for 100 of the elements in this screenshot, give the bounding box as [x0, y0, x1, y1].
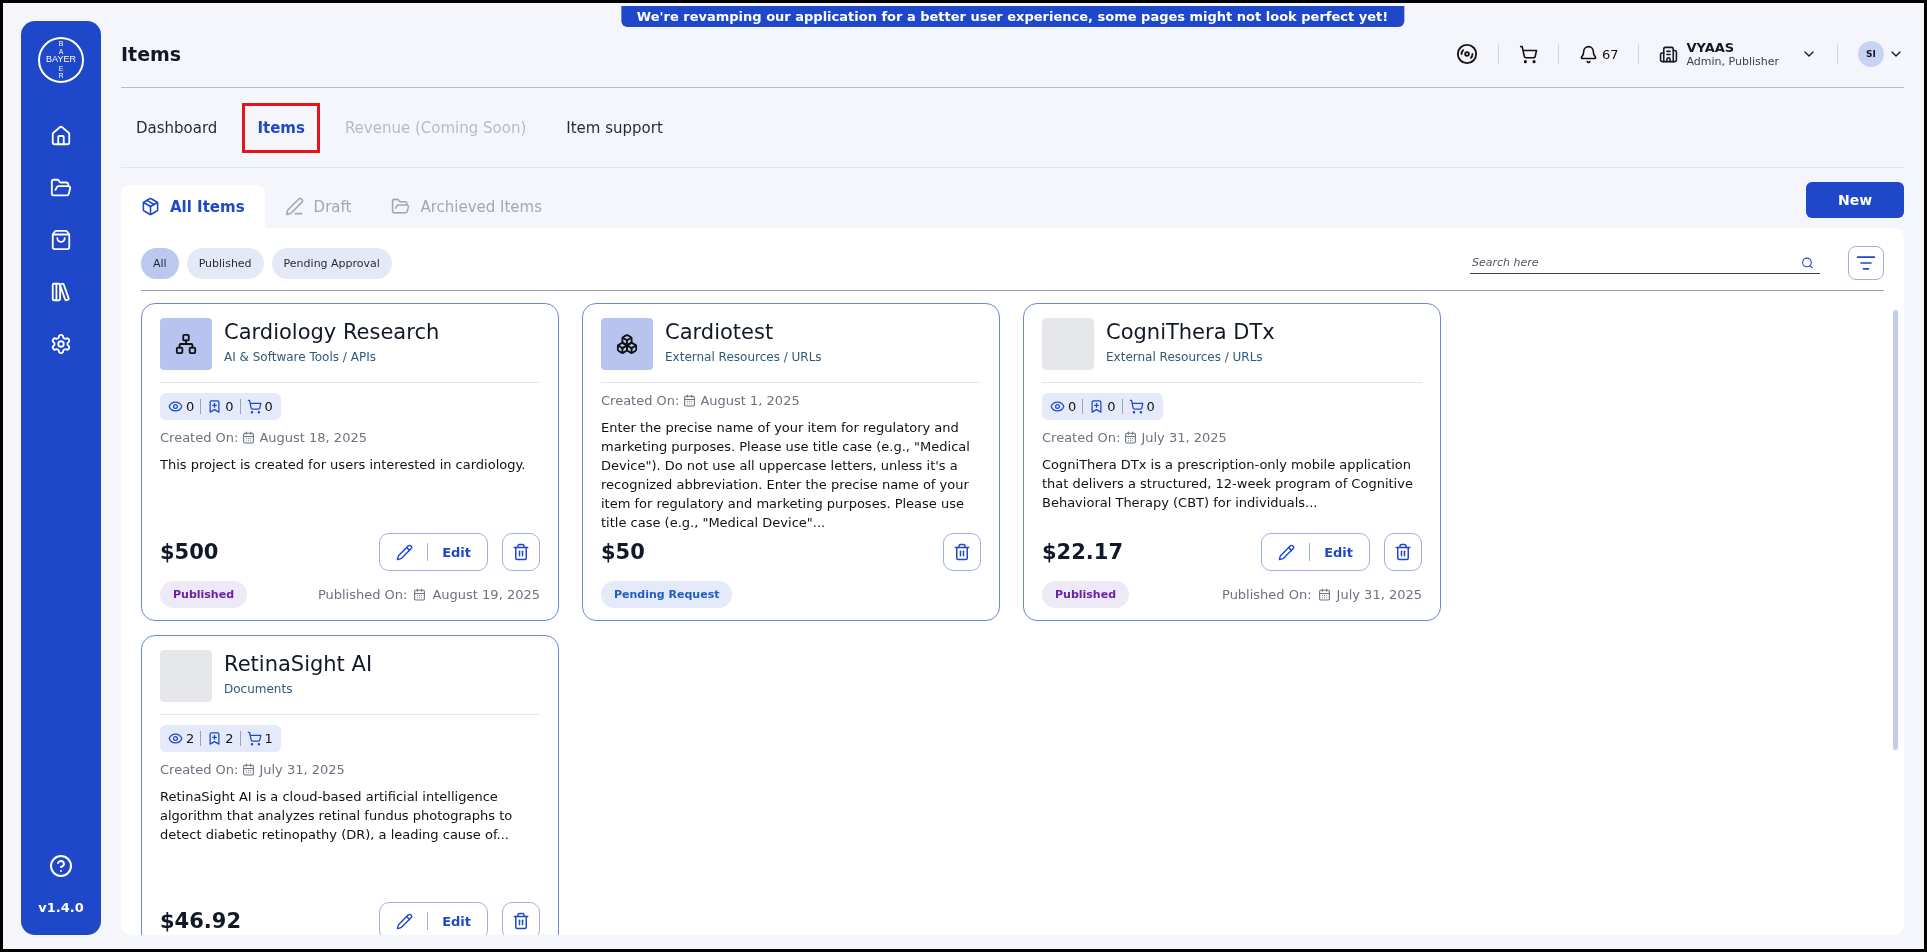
logo-text: BAYER	[46, 55, 76, 65]
bookmark-icon	[1089, 399, 1105, 414]
item-price: $46.92	[160, 909, 243, 933]
folder-icon[interactable]	[50, 177, 72, 199]
item-title: Cardiotest	[665, 320, 775, 344]
edit-button[interactable]: Edit	[1261, 533, 1370, 571]
nav-tab[interactable]: Items	[242, 102, 320, 153]
item-description: This project is created for users interested in cardiology.	[160, 456, 527, 474]
published-label: Published On:	[317, 587, 408, 602]
filter-chip[interactable]: All	[141, 247, 179, 279]
eye-icon	[1050, 399, 1065, 414]
stat-count: 0	[1121, 399, 1155, 414]
sub-tab[interactable]: All Items	[121, 185, 265, 228]
photo-placeholder	[1042, 318, 1094, 370]
created-date: August 1, 2025	[700, 393, 800, 408]
nav-tab[interactable]: Item support	[551, 102, 678, 153]
created-label: Created On:	[601, 393, 680, 408]
calendar-icon	[242, 763, 256, 776]
cart-icon[interactable]	[1518, 44, 1538, 64]
trash-icon	[1394, 543, 1412, 561]
home-icon[interactable]	[50, 125, 72, 147]
stat-count: 2	[200, 731, 234, 746]
books-icon[interactable]	[50, 281, 72, 303]
calendar-icon	[683, 394, 697, 407]
version-label: v1.4.0	[38, 900, 84, 915]
boxes-icon	[616, 333, 638, 355]
edit-button[interactable]: Edit	[379, 533, 488, 571]
item-category: External Resources / URLs	[665, 350, 822, 364]
item-price: $500	[160, 540, 220, 564]
item-title: RetinaSight AI	[224, 652, 373, 676]
eye-icon	[168, 399, 183, 414]
search-icon[interactable]	[1801, 256, 1814, 270]
created-label: Created On:	[1042, 430, 1121, 445]
pen-icon	[284, 197, 304, 216]
trash-icon	[512, 543, 530, 561]
bell-icon[interactable]	[1578, 44, 1598, 64]
cart-icon	[246, 731, 262, 746]
stat-count: 0	[200, 399, 234, 414]
item-description: CogniThera DTx is a prescription-only mobile application that delivers a structured, 12-week program of Cognitive Behavioral Therapy (CBT) for individuals...	[1042, 456, 1414, 512]
new-button[interactable]: New	[1806, 182, 1904, 218]
stat-count: 2	[168, 731, 195, 746]
filter-chip[interactable]: Pending Approval	[271, 247, 392, 279]
folder-icon	[391, 197, 411, 216]
settings-icon[interactable]	[50, 333, 72, 355]
page-title: Items	[121, 43, 183, 65]
delete-button[interactable]	[943, 533, 981, 571]
bookmark-icon	[207, 731, 223, 746]
created-date: July 31, 2025	[1141, 430, 1227, 445]
nav-tab[interactable]: Dashboard	[121, 102, 233, 153]
item-category: AI & Software Tools / APIs	[224, 350, 377, 364]
stat-count: 1	[239, 731, 273, 746]
pencil-icon	[396, 543, 414, 561]
filter-chip[interactable]: Published	[186, 247, 264, 279]
item-title: Cardiology Research	[224, 320, 440, 344]
building-icon	[1659, 44, 1679, 64]
delete-button[interactable]	[1384, 533, 1422, 571]
stat-count: 0	[1082, 399, 1116, 414]
delete-button[interactable]	[502, 533, 540, 571]
trash-icon	[512, 912, 530, 930]
bag-icon[interactable]	[50, 229, 72, 251]
cart-icon	[246, 399, 262, 414]
network-icon	[175, 333, 197, 355]
item-description: RetinaSight AI is a cloud-based artificial intelligence algorithm that analyzes retinal fundus photographs to detect diabetic retinopathy (DR), a leading cause of...	[160, 788, 514, 844]
created-date: August 18, 2025	[259, 430, 367, 445]
calendar-icon	[413, 588, 427, 601]
trash-icon	[953, 543, 971, 561]
created-label: Created On:	[160, 430, 239, 445]
photo-placeholder	[160, 650, 212, 702]
item-description: Enter the precise name of your item for regulatory and marketing purposes. Please use title case (e.g., "Medical Device"). Do not use all uppercase letters, unless it's a recognized abbreviation. Enter the precise name of your item for regulatory and marketing purposes. Please use title case (e.g., "Medical Device"...	[601, 419, 971, 532]
pencil-icon	[1278, 543, 1296, 561]
item-category: Documents	[224, 682, 294, 696]
calendar-icon	[242, 431, 256, 444]
item-card[interactable]: Cardiology Research AI & Software Tools / APIs 0 0 0 Created On: August 18, 2025 This project is created for users interested in cardiology. $500 Edit Published Published On: August 19, 2025	[141, 303, 559, 621]
package-icon	[141, 197, 160, 216]
bookmark-icon	[207, 399, 223, 414]
org-name: VYAAS	[1686, 40, 1736, 55]
item-card[interactable]	[1023, 303, 1441, 621]
item-category: External Resources / URLs	[1106, 350, 1264, 364]
search-field[interactable]: Search here	[1470, 252, 1820, 274]
item-card[interactable]	[582, 303, 1000, 621]
pencil-icon	[396, 912, 414, 930]
item-card[interactable]	[141, 635, 559, 935]
published-date: July 31, 2025	[1336, 587, 1422, 602]
created-label: Created On:	[160, 762, 239, 777]
item-title: CogniThera DTx	[1106, 320, 1275, 344]
help-icon[interactable]	[49, 854, 73, 878]
org-roles: Admin, Publisher	[1686, 55, 1779, 68]
calendar-icon	[1124, 431, 1138, 444]
item-price: $50	[601, 540, 646, 564]
delete-button[interactable]	[502, 902, 540, 935]
user-avatar[interactable]: SI	[1858, 41, 1884, 67]
cart-icon	[1128, 399, 1144, 414]
status-badge: Published	[160, 581, 248, 608]
edit-button[interactable]: Edit	[379, 902, 488, 935]
filter-button[interactable]	[1848, 246, 1884, 280]
status-badge: Published	[1042, 581, 1130, 608]
eye-icon	[168, 731, 183, 746]
disc-icon[interactable]	[1455, 43, 1478, 65]
notification-count: 67	[1601, 46, 1619, 62]
scrollbar[interactable]	[1893, 310, 1898, 750]
